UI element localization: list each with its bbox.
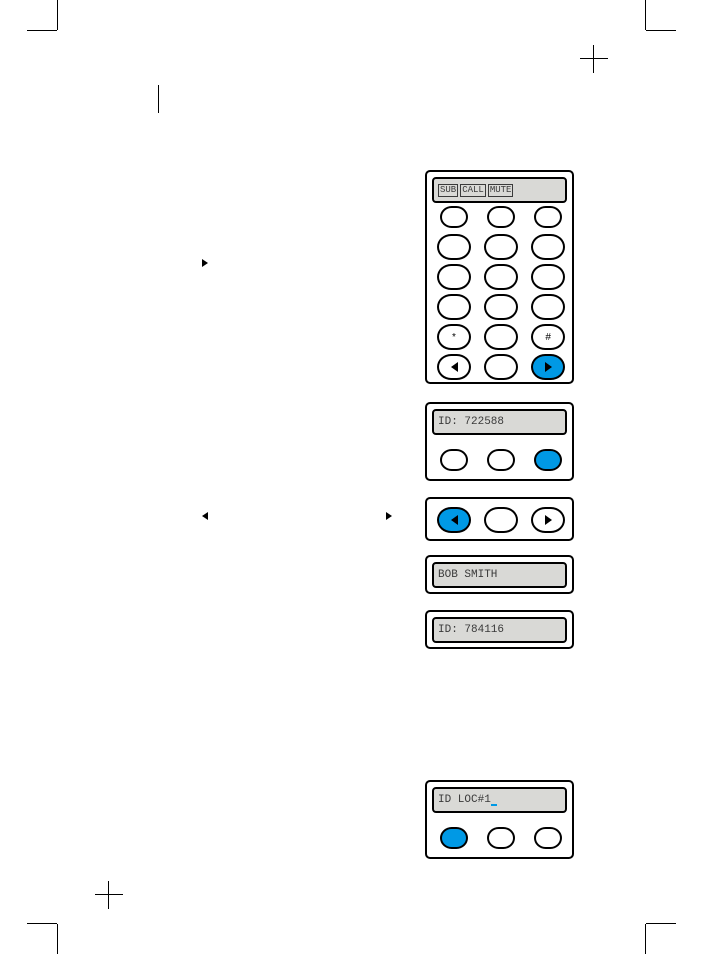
arrow-right-icon [202, 259, 208, 267]
softkey-a[interactable] [440, 206, 468, 228]
nav2-left-icon [451, 515, 458, 525]
main-display: SUB CALL MUTE [432, 177, 567, 203]
key-0[interactable] [484, 324, 518, 350]
display-name-text: BOB SMITH [438, 569, 497, 581]
register-mark-icon [580, 45, 608, 73]
display-id-a: ID: 722588 [432, 409, 567, 435]
key-6[interactable] [531, 264, 565, 290]
key-1[interactable] [437, 234, 471, 260]
crop-mark [57, 0, 58, 30]
nav2-center-button[interactable] [484, 507, 518, 533]
id-loc-panel: ID LOC#1 [425, 780, 574, 859]
nav-right-button[interactable] [531, 354, 565, 380]
chip-mute: MUTE [488, 184, 514, 197]
display-id-b-text: ID: 784116 [438, 624, 504, 636]
softkey-c[interactable] [534, 206, 562, 228]
key-3[interactable] [531, 234, 565, 260]
softkey-c2[interactable] [534, 449, 562, 471]
nav-left-button[interactable] [437, 354, 471, 380]
key-5[interactable] [484, 264, 518, 290]
crop-mark [645, 0, 646, 30]
nav2-left-button[interactable] [437, 507, 471, 533]
softkey-b3[interactable] [487, 827, 515, 849]
display-name: BOB SMITH [432, 562, 567, 588]
chip-call: CALL [460, 184, 486, 197]
page: SUB CALL MUTE * # ID: 722588 [0, 0, 703, 954]
register-mark-icon [95, 881, 123, 909]
key-8[interactable] [484, 294, 518, 320]
hash-label: # [545, 332, 551, 343]
crop-mark [645, 924, 646, 954]
cursor-icon [491, 794, 497, 806]
softkey-b[interactable] [487, 206, 515, 228]
key-4[interactable] [437, 264, 471, 290]
crop-mark [646, 30, 676, 31]
softkey-b2[interactable] [487, 449, 515, 471]
key-star[interactable]: * [437, 324, 471, 350]
id-panel-a: ID: 722588 [425, 402, 574, 481]
display-id-loc-text: ID LOC#1 [438, 794, 491, 806]
crop-mark [646, 923, 676, 924]
nav2-right-icon [545, 515, 552, 525]
star-label: * [452, 332, 456, 343]
display-id-a-text: ID: 722588 [438, 416, 504, 428]
chip-sub: SUB [438, 184, 458, 197]
crop-mark [57, 924, 58, 954]
softkey-c3[interactable] [534, 827, 562, 849]
nav2-right-button[interactable] [531, 507, 565, 533]
display-id-loc: ID LOC#1 [432, 787, 567, 813]
softkey-a2[interactable] [440, 449, 468, 471]
name-panel: BOB SMITH [425, 555, 574, 594]
softkey-a3[interactable] [440, 827, 468, 849]
id-panel-b: ID: 784116 [425, 610, 574, 649]
nav-panel [425, 497, 574, 541]
key-9[interactable] [531, 294, 565, 320]
nav-right-icon [545, 362, 552, 372]
crop-mark [27, 30, 57, 31]
nav-center-button[interactable] [484, 354, 518, 380]
tick-mark [158, 85, 159, 113]
key-hash[interactable]: # [531, 324, 565, 350]
keypad-panel: SUB CALL MUTE * # [425, 170, 574, 384]
arrow-left-icon [202, 512, 208, 520]
key-7[interactable] [437, 294, 471, 320]
display-id-b: ID: 784116 [432, 617, 567, 643]
arrow-right-icon [386, 512, 392, 520]
crop-mark [27, 923, 57, 924]
nav-left-icon [451, 362, 458, 372]
key-2[interactable] [484, 234, 518, 260]
